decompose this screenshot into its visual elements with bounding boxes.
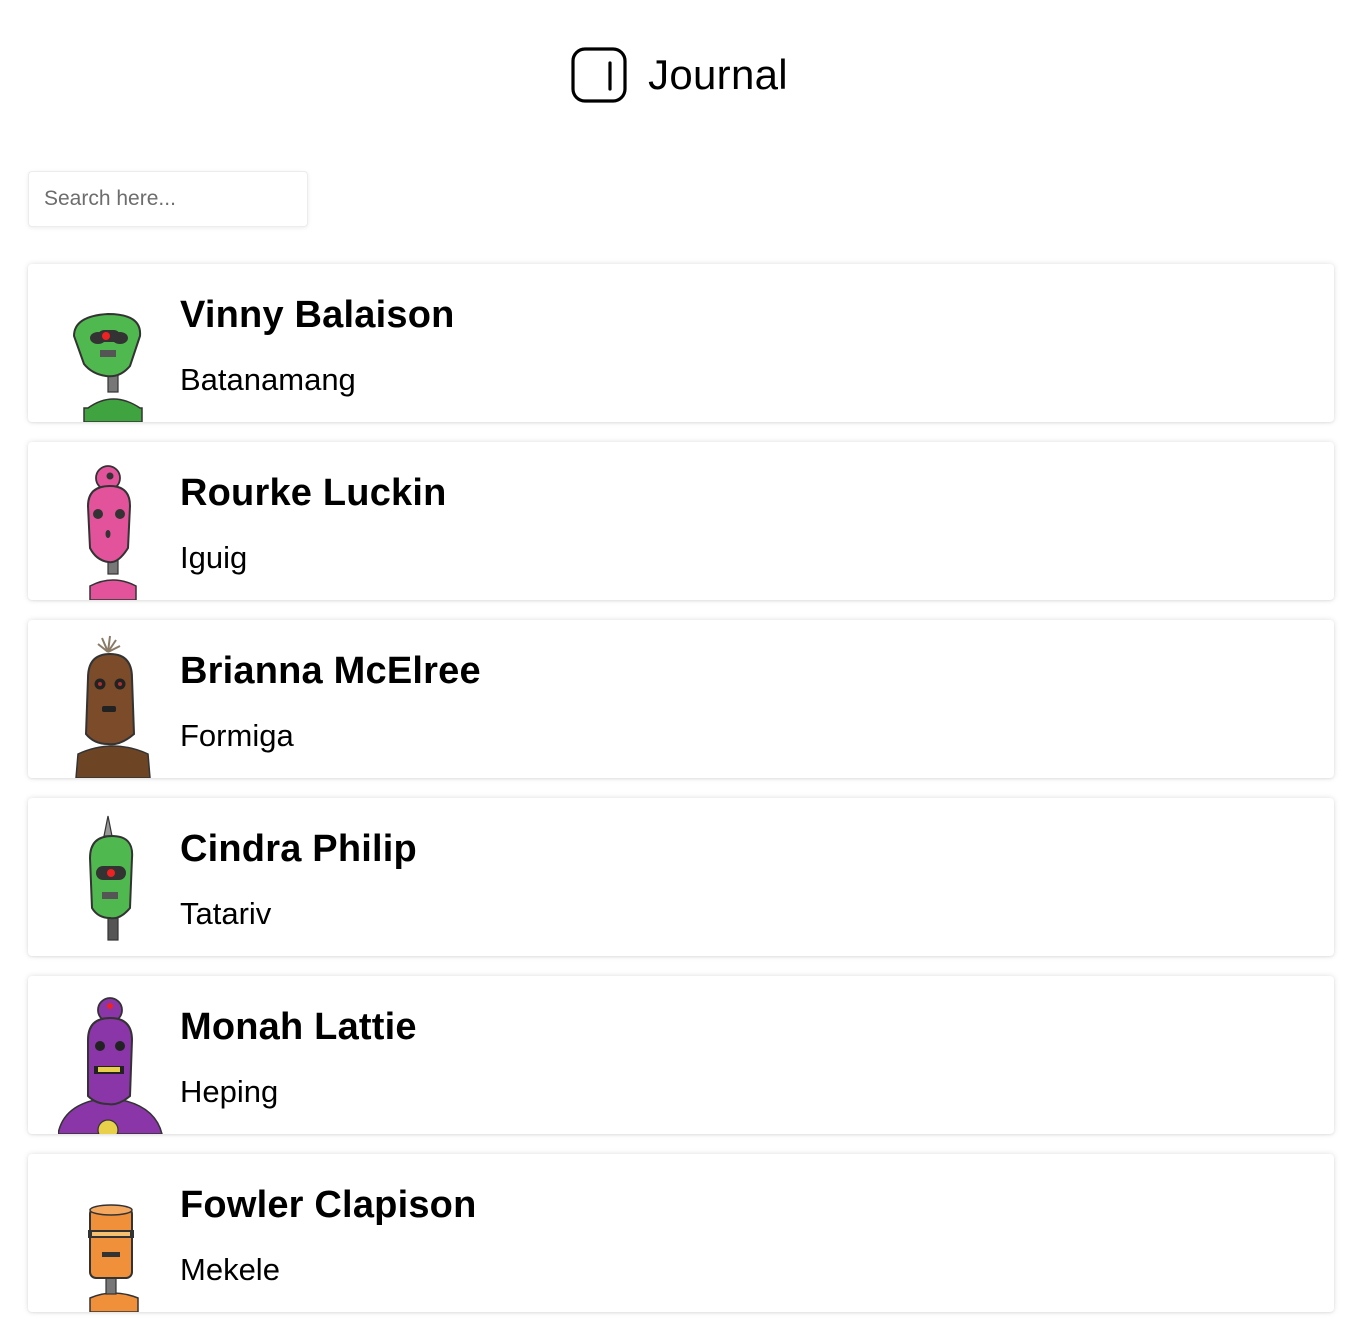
app-header: Journal [0, 40, 1358, 110]
contact-city: Mekele [180, 1252, 280, 1287]
contact-name: Monah Lattie [180, 1006, 417, 1048]
contact-name: Vinny Balaison [180, 294, 455, 336]
robot-avatar-icon [86, 465, 137, 600]
search-input[interactable] [28, 171, 308, 227]
contact-city: Batanamang [180, 362, 356, 397]
contact-card[interactable]: Fowler Clapison Mekele [28, 1154, 1334, 1312]
contact-card[interactable]: Brianna McElree Formiga [28, 620, 1334, 778]
app-title: Journal [648, 51, 788, 98]
contact-city: Iguig [180, 540, 248, 575]
contact-name: Fowler Clapison [180, 1184, 477, 1226]
app-page: Journal Vinny Balaison Batanamang [0, 0, 1358, 1326]
contact-card[interactable]: Vinny Balaison Batanamang [28, 264, 1334, 422]
robot-avatar-icon [58, 997, 163, 1134]
contact-card[interactable]: Rourke Luckin Iguig [28, 442, 1334, 600]
robot-avatar-icon [58, 456, 168, 600]
robot-avatar-icon [58, 634, 168, 778]
robot-avatar-icon [72, 312, 143, 422]
robot-avatar-icon [88, 815, 134, 941]
contact-city: Tatariv [180, 896, 272, 931]
contact-city: Heping [180, 1074, 279, 1109]
robot-avatar-icon [58, 278, 168, 422]
contact-card[interactable]: Monah Lattie Heping [28, 976, 1334, 1134]
contact-name: Cindra Philip [180, 828, 417, 870]
robot-avatar-icon [58, 990, 168, 1134]
robot-avatar-icon [75, 635, 151, 778]
contact-name: Brianna McElree [180, 650, 481, 692]
contact-card[interactable]: Cindra Philip Tatariv [28, 798, 1334, 956]
contact-name: Rourke Luckin [180, 472, 447, 514]
rounded-square-logo-icon [571, 47, 627, 103]
contact-city: Formiga [180, 718, 294, 753]
robot-avatar-icon [58, 1168, 168, 1312]
robot-avatar-icon [88, 1204, 139, 1312]
contact-list: Vinny Balaison Batanamang Rourke Luckin [28, 264, 1334, 1326]
robot-avatar-icon [58, 812, 168, 956]
